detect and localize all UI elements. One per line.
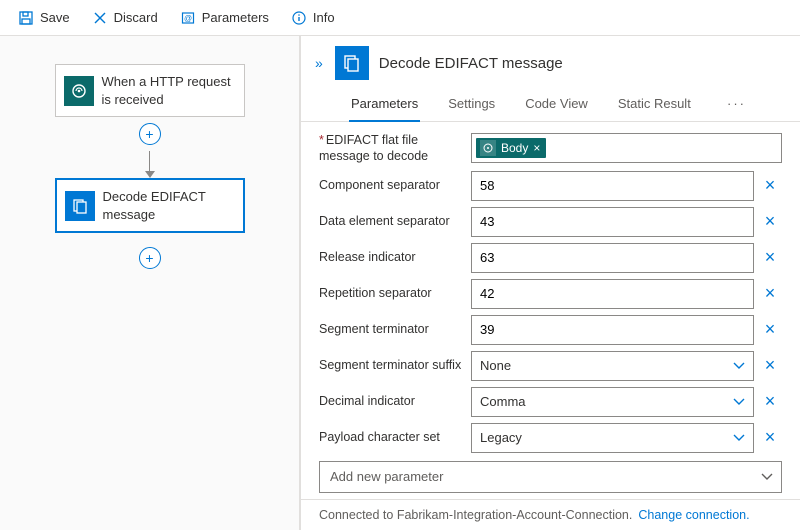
panel-header: » Decode EDIFACT message [301, 36, 800, 88]
label-payload-character-set: Payload character set [319, 429, 467, 445]
label-decimal-indicator: Decimal indicator [319, 393, 467, 409]
tab-settings[interactable]: Settings [446, 88, 497, 121]
select-payload-character-set[interactable]: Legacy [471, 423, 754, 453]
row-segment-terminator-suffix: Segment terminator suffix None × [319, 351, 782, 381]
action-node[interactable]: Decode EDIFACT message [55, 178, 245, 233]
info-icon [291, 10, 307, 26]
clear-segment-terminator[interactable]: × [758, 319, 782, 340]
row-release-indicator: Release indicator × [319, 243, 782, 273]
tab-overflow-button[interactable]: ··· [721, 88, 752, 121]
input-component-separator[interactable] [471, 171, 754, 201]
token-body[interactable]: Body × [476, 138, 546, 158]
tab-code-view[interactable]: Code View [523, 88, 590, 121]
connector: + [139, 117, 161, 178]
chevron-down-icon [733, 430, 745, 445]
input-repetition-separator[interactable] [471, 279, 754, 309]
info-button[interactable]: Info [281, 6, 345, 30]
input-release-indicator[interactable] [471, 243, 754, 273]
clear-decimal-indicator[interactable]: × [758, 391, 782, 412]
http-trigger-icon [64, 76, 94, 106]
panel-title-icon [335, 46, 369, 80]
panel-tabs: Parameters Settings Code View Static Res… [301, 88, 800, 122]
input-data-element-separator[interactable] [471, 207, 754, 237]
row-edifact-flat-file: *EDIFACT flat file message to decode Bod… [319, 132, 782, 165]
select-segment-terminator-suffix[interactable]: None [471, 351, 754, 381]
clear-component-separator[interactable]: × [758, 175, 782, 196]
panel-footer: Connected to Fabrikam-Integration-Accoun… [301, 499, 800, 530]
trigger-node-title: When a HTTP request is received [102, 73, 236, 108]
parameters-icon: @ [180, 10, 196, 26]
clear-segment-terminator-suffix[interactable]: × [758, 355, 782, 376]
action-panel: » Decode EDIFACT message Parameters Sett… [300, 36, 800, 530]
add-step-button-top[interactable]: + [139, 123, 161, 145]
parameters-label: Parameters [202, 10, 269, 25]
collapse-panel-button[interactable]: » [315, 55, 323, 71]
discard-label: Discard [114, 10, 158, 25]
save-icon [18, 10, 34, 26]
row-segment-terminator: Segment terminator × [319, 315, 782, 345]
chevron-down-icon [761, 469, 773, 484]
row-data-element-separator: Data element separator × [319, 207, 782, 237]
tab-static-result[interactable]: Static Result [616, 88, 693, 121]
save-label: Save [40, 10, 70, 25]
parameters-button[interactable]: @ Parameters [170, 6, 279, 30]
row-decimal-indicator: Decimal indicator Comma × [319, 387, 782, 417]
decode-edifact-icon [65, 191, 95, 221]
label-component-separator: Component separator [319, 177, 467, 193]
discard-icon [92, 10, 108, 26]
input-segment-terminator[interactable] [471, 315, 754, 345]
svg-text:@: @ [184, 14, 192, 23]
connection-status: Connected to Fabrikam-Integration-Accoun… [319, 508, 632, 522]
trigger-node[interactable]: When a HTTP request is received [55, 64, 245, 117]
add-parameter-dropdown[interactable]: Add new parameter [319, 461, 782, 493]
label-segment-terminator: Segment terminator [319, 321, 467, 337]
label-repetition-separator: Repetition separator [319, 285, 467, 301]
tab-parameters[interactable]: Parameters [349, 88, 420, 121]
token-body-remove[interactable]: × [533, 141, 540, 155]
label-data-element-separator: Data element separator [319, 213, 467, 229]
info-label: Info [313, 10, 335, 25]
row-component-separator: Component separator × [319, 171, 782, 201]
action-node-title: Decode EDIFACT message [103, 188, 235, 223]
clear-payload-character-set[interactable]: × [758, 427, 782, 448]
chevron-down-icon [733, 394, 745, 409]
input-edifact-flat-file[interactable]: Body × [471, 133, 782, 163]
clear-repetition-separator[interactable]: × [758, 283, 782, 304]
panel-title: Decode EDIFACT message [379, 55, 563, 72]
label-release-indicator: Release indicator [319, 249, 467, 265]
parameters-form: *EDIFACT flat file message to decode Bod… [301, 122, 800, 499]
toolbar: Save Discard @ Parameters Info [0, 0, 800, 36]
save-button[interactable]: Save [8, 6, 80, 30]
designer-canvas[interactable]: When a HTTP request is received + Decode… [0, 36, 300, 530]
discard-button[interactable]: Discard [82, 6, 168, 30]
clear-data-element-separator[interactable]: × [758, 211, 782, 232]
row-repetition-separator: Repetition separator × [319, 279, 782, 309]
select-decimal-indicator[interactable]: Comma [471, 387, 754, 417]
arrow-down-icon [145, 171, 155, 178]
token-body-label: Body [501, 141, 528, 155]
clear-release-indicator[interactable]: × [758, 247, 782, 268]
row-payload-character-set: Payload character set Legacy × [319, 423, 782, 453]
label-edifact-flat-file: *EDIFACT flat file message to decode [319, 132, 467, 165]
add-step-button-bottom[interactable]: + [139, 247, 161, 269]
change-connection-link[interactable]: Change connection. [638, 508, 749, 522]
token-body-icon [480, 140, 496, 156]
chevron-down-icon [733, 358, 745, 373]
label-segment-terminator-suffix: Segment terminator suffix [319, 357, 467, 373]
